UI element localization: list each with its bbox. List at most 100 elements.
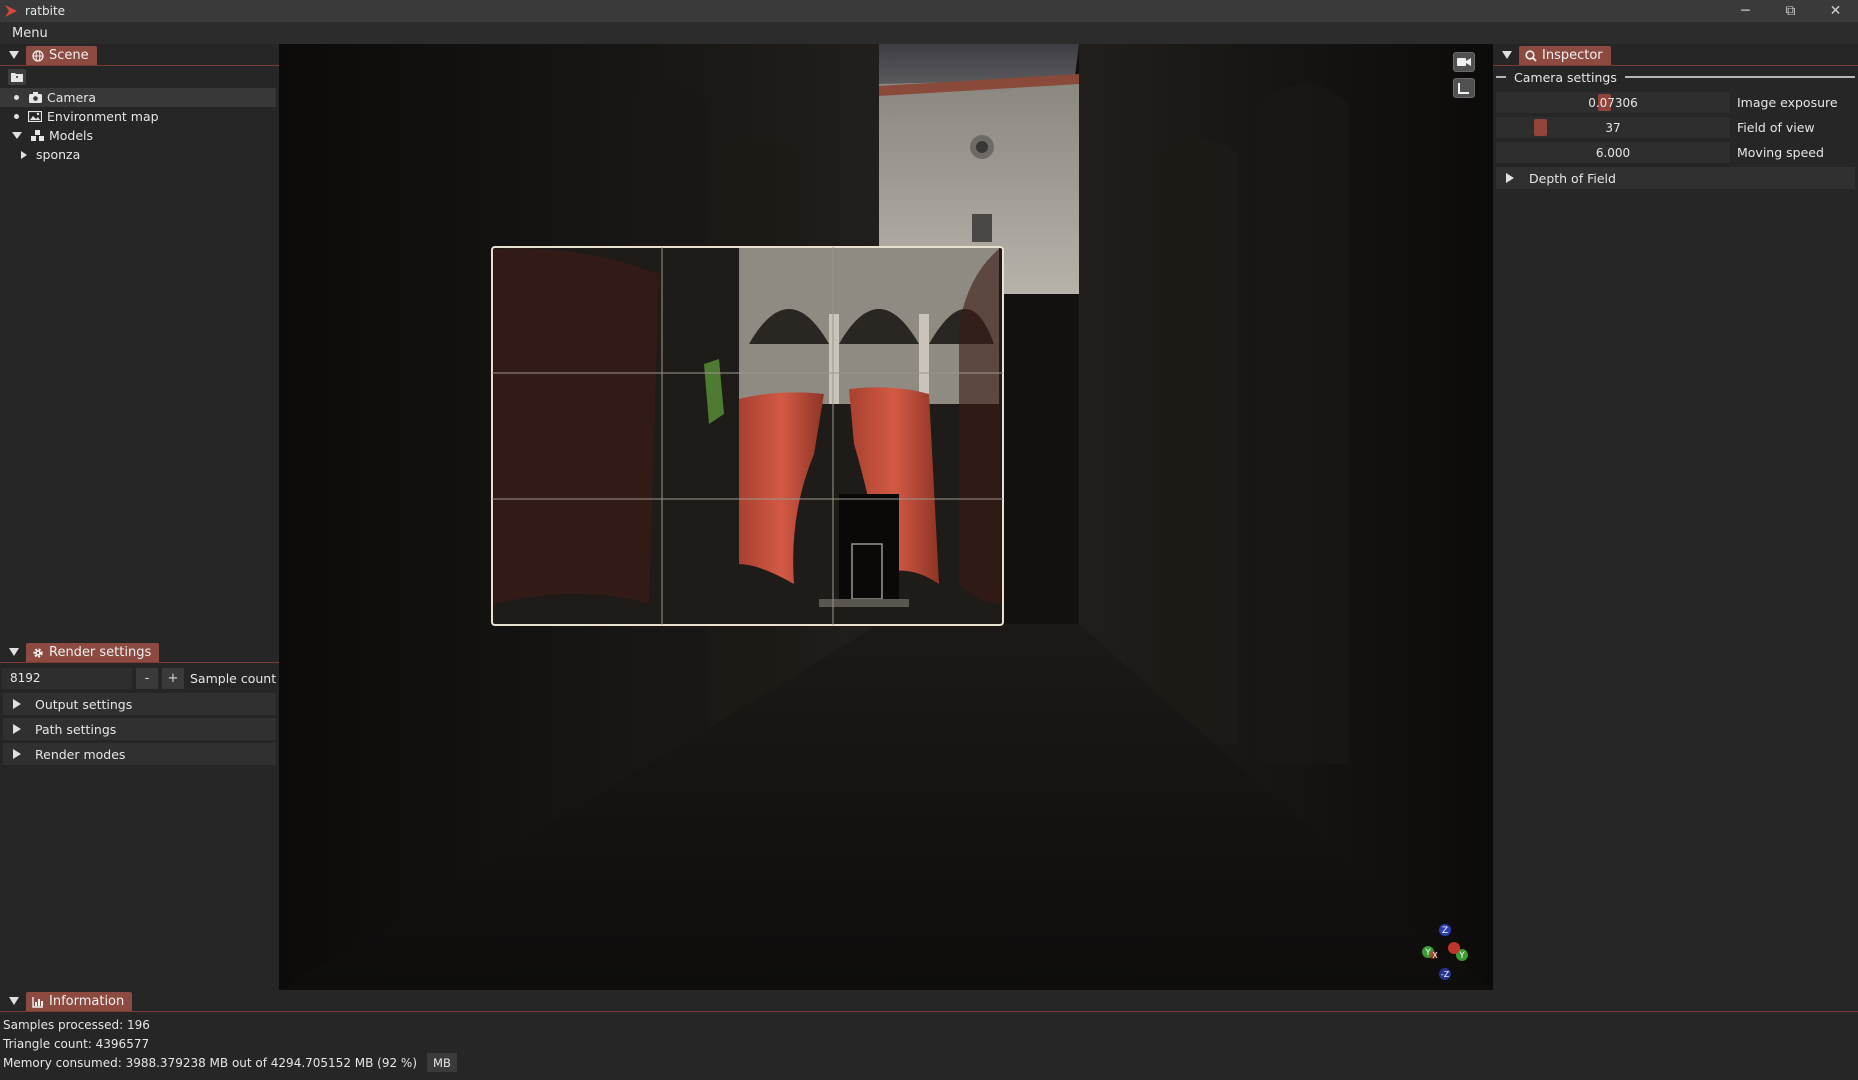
moving-speed-label: Moving speed bbox=[1737, 145, 1824, 160]
models-icon bbox=[30, 129, 44, 142]
expand-arrow-icon bbox=[1506, 173, 1514, 183]
section-label: Render modes bbox=[35, 746, 126, 762]
separator-line bbox=[1624, 76, 1855, 78]
rendered-scene-image bbox=[279, 44, 1493, 990]
close-button[interactable]: ✕ bbox=[1813, 0, 1858, 22]
globe-icon bbox=[32, 49, 44, 62]
render-modes-header[interactable]: Render modes bbox=[3, 743, 276, 765]
chart-icon bbox=[32, 996, 43, 1008]
unit-select-button[interactable]: MB bbox=[427, 1053, 457, 1072]
tree-item-camera[interactable]: Camera bbox=[0, 88, 276, 107]
triangle-count-text: Triangle count: 4396577 bbox=[3, 1036, 150, 1051]
image-exposure-row: 0.07306 Image exposure bbox=[1493, 92, 1858, 113]
tree-item-models[interactable]: Models bbox=[0, 126, 279, 145]
tree-item-label: Environment map bbox=[47, 109, 159, 124]
section-label: Output settings bbox=[35, 696, 133, 712]
restore-button[interactable]: ⧉ bbox=[1768, 0, 1813, 22]
minimize-button[interactable]: ─ bbox=[1723, 0, 1768, 22]
slider-grab[interactable] bbox=[1534, 119, 1547, 136]
expand-arrow-icon bbox=[13, 699, 21, 709]
memory-consumed-row: Memory consumed: 3988.379238 MB out of 4… bbox=[0, 1053, 1858, 1072]
tab-information[interactable]: Information bbox=[26, 992, 133, 1011]
expand-arrow-icon bbox=[13, 724, 21, 734]
tab-scene-label: Scene bbox=[49, 48, 89, 63]
frame-guides-button[interactable] bbox=[1453, 78, 1475, 98]
output-settings-header[interactable]: Output settings bbox=[3, 693, 276, 715]
camera-settings-title: Camera settings bbox=[1514, 69, 1617, 85]
collapse-arrow-icon[interactable] bbox=[8, 646, 20, 658]
depth-of-field-header[interactable]: Depth of Field bbox=[1496, 167, 1855, 189]
path-settings-header[interactable]: Path settings bbox=[3, 718, 276, 740]
title-bar: ratbite ─ ⧉ ✕ bbox=[0, 0, 1858, 22]
moving-speed-drag-field[interactable]: 6.000 bbox=[1496, 142, 1730, 163]
collapse-arrow-icon[interactable] bbox=[1501, 49, 1513, 61]
expand-arrow-icon[interactable] bbox=[12, 132, 22, 139]
tab-scene[interactable]: Scene bbox=[26, 46, 97, 65]
sample-count-row: - + Sample count bbox=[0, 666, 279, 690]
depth-of-field-label: Depth of Field bbox=[1529, 170, 1616, 186]
gizmo-neg-y-label: Y bbox=[1458, 951, 1465, 961]
tree-item-sponza[interactable]: sponza bbox=[0, 145, 279, 164]
collapse-arrow-icon[interactable] bbox=[8, 995, 20, 1007]
inspector-header: Inspector bbox=[1493, 44, 1858, 66]
field-of-view-label: Field of view bbox=[1737, 120, 1815, 135]
gizmo-neg-z-label: -Z bbox=[1441, 970, 1450, 979]
increment-button[interactable]: + bbox=[162, 667, 184, 689]
collapse-arrow-icon[interactable] bbox=[8, 49, 20, 61]
tree-item-label: sponza bbox=[36, 147, 81, 162]
folder-icon bbox=[11, 73, 23, 82]
separator-line bbox=[1496, 76, 1506, 78]
tab-inspector[interactable]: Inspector bbox=[1519, 46, 1611, 65]
moving-speed-value: 6.000 bbox=[1595, 145, 1631, 160]
decrement-button[interactable]: - bbox=[136, 667, 158, 689]
section-label: Path settings bbox=[35, 721, 117, 737]
sample-count-label: Sample count bbox=[190, 670, 277, 686]
information-header: Information bbox=[0, 990, 1858, 1012]
app-logo-icon bbox=[3, 3, 19, 19]
render-settings-panel: Render settings - + Sample count Output … bbox=[0, 641, 279, 990]
scene-toolbar bbox=[0, 66, 279, 88]
samples-processed-text: Samples processed: 196 bbox=[3, 1017, 150, 1032]
expand-arrow-icon[interactable] bbox=[21, 150, 27, 159]
tab-information-label: Information bbox=[49, 994, 125, 1009]
moving-speed-row: 6.000 Moving speed bbox=[1493, 142, 1858, 163]
gizmo-x-label: X bbox=[1432, 951, 1438, 960]
expand-arrow-icon bbox=[13, 749, 21, 759]
tree-item-label: Models bbox=[49, 128, 94, 143]
render-settings-header: Render settings bbox=[0, 641, 279, 663]
image-exposure-slider[interactable]: 0.07306 bbox=[1496, 92, 1730, 113]
gear-icon bbox=[33, 647, 43, 658]
axis-gizmo[interactable]: Z -Z Y Y X bbox=[1421, 922, 1477, 982]
gizmo-z-label: Z bbox=[1442, 926, 1448, 936]
scene-panel-header: Scene bbox=[0, 44, 279, 66]
search-icon bbox=[1525, 49, 1537, 62]
inspector-panel: Inspector Camera settings 0.07306 Image … bbox=[1493, 44, 1858, 990]
field-of-view-row: 37 Field of view bbox=[1493, 117, 1858, 138]
tree-item-environment-map[interactable]: Environment map bbox=[0, 107, 279, 126]
render-viewport[interactable]: Z -Z Y Y X bbox=[279, 44, 1493, 990]
bullet-icon bbox=[14, 95, 19, 100]
scene-panel: Scene Camera Environment map Models spon… bbox=[0, 44, 279, 641]
menu-bar: Menu bbox=[0, 22, 1858, 44]
sample-count-input[interactable] bbox=[2, 667, 132, 689]
menu-button[interactable]: Menu bbox=[12, 26, 48, 41]
frame-corner-icon bbox=[1458, 83, 1469, 94]
gizmo-y-label: Y bbox=[1424, 948, 1431, 958]
camera-view-button[interactable] bbox=[1453, 52, 1475, 72]
tree-item-label: Camera bbox=[47, 90, 97, 105]
memory-consumed-text: Memory consumed: 3988.379238 MB out of 4… bbox=[3, 1055, 418, 1070]
window-controls: ─ ⧉ ✕ bbox=[1723, 0, 1858, 22]
image-icon bbox=[28, 111, 42, 123]
app-title: ratbite bbox=[25, 4, 66, 18]
image-exposure-value: 0.07306 bbox=[1588, 95, 1638, 110]
information-panel: Information Samples processed: 196 Trian… bbox=[0, 990, 1858, 1080]
bullet-icon bbox=[14, 114, 19, 119]
add-folder-button[interactable] bbox=[8, 69, 26, 85]
tab-inspector-label: Inspector bbox=[1542, 48, 1603, 63]
camera-settings-separator: Camera settings bbox=[1493, 66, 1858, 88]
tab-render-settings-label: Render settings bbox=[49, 645, 152, 660]
tab-render-settings[interactable]: Render settings bbox=[26, 643, 160, 662]
camera-icon bbox=[28, 92, 42, 104]
field-of-view-slider[interactable]: 37 bbox=[1496, 117, 1730, 138]
image-exposure-label: Image exposure bbox=[1737, 95, 1838, 110]
